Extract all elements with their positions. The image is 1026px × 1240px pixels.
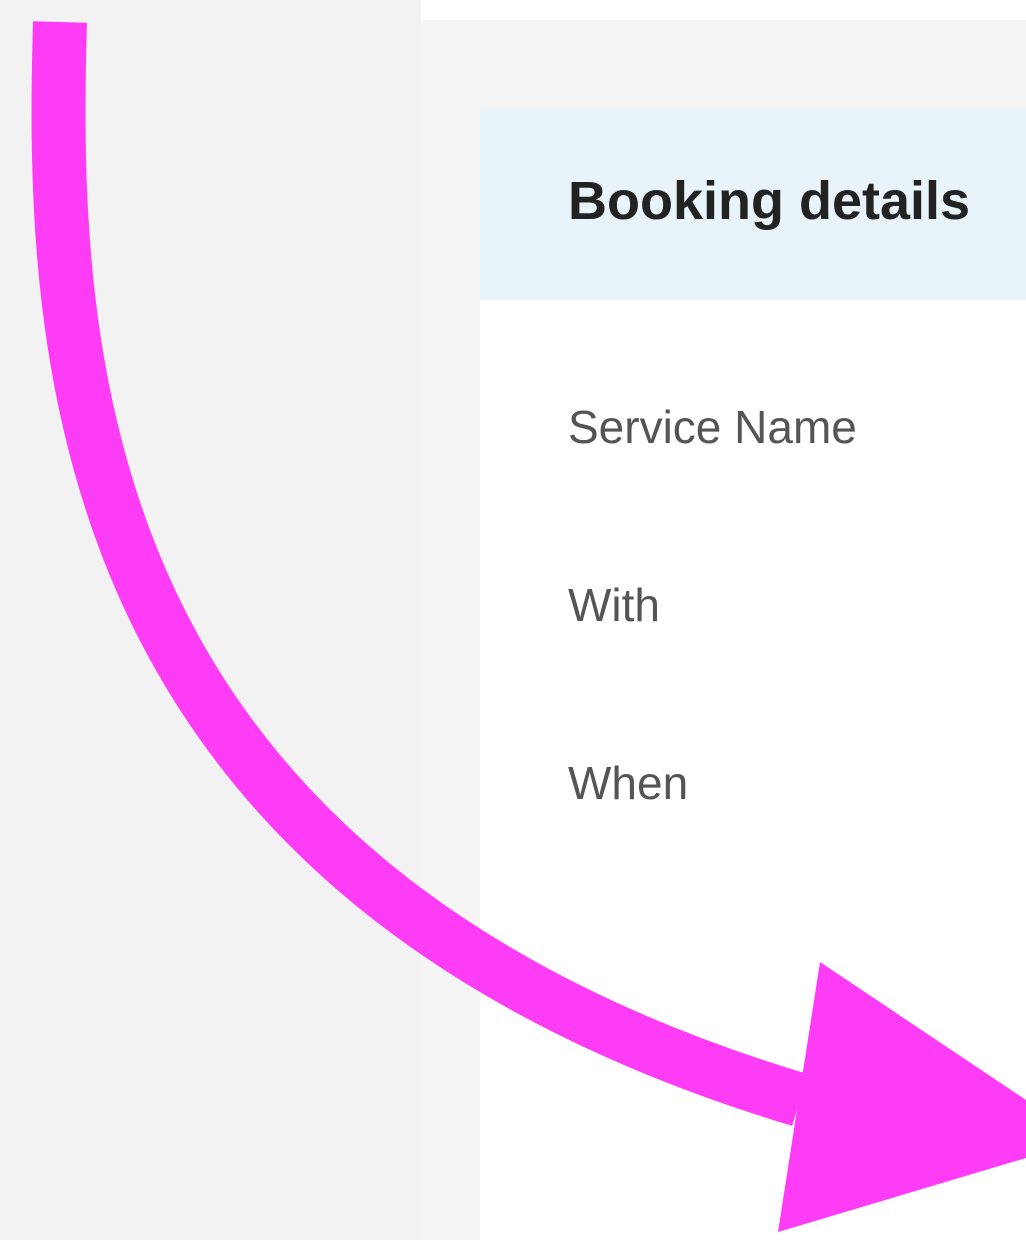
main-content: Booking details Service Name With When [421, 0, 1026, 1240]
service-name-label: Service Name [568, 401, 857, 453]
with-label: With [568, 579, 660, 631]
booking-page: Booking details Service Name With When [0, 0, 1026, 1240]
card-header: Booking details [480, 110, 1026, 300]
card-title: Booking details [568, 171, 971, 231]
top-bar [421, 0, 1026, 20]
booking-details-card: Booking details Service Name With When [480, 110, 1026, 1240]
when-label: When [568, 757, 689, 809]
